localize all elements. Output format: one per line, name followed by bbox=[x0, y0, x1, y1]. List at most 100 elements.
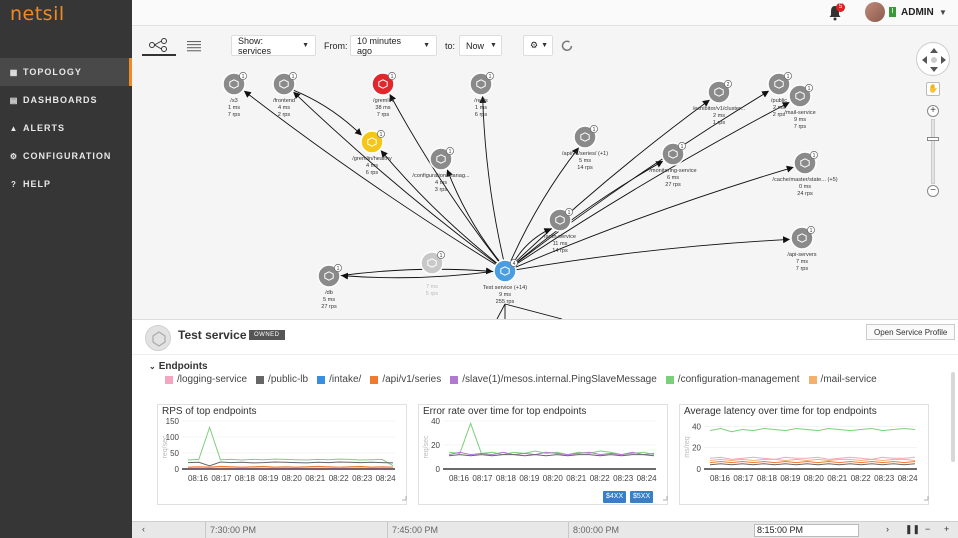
service-node-ghost[interactable]: 1 7 ms5 rps bbox=[420, 251, 445, 297]
series-line bbox=[187, 465, 394, 468]
node-rps: 3 rps bbox=[435, 187, 448, 193]
node-name: /public bbox=[771, 98, 787, 104]
node-name: /gremlin/healthy bbox=[352, 156, 392, 162]
x-tick-label: 08:18 bbox=[757, 474, 778, 483]
x-tick-label: 08:16 bbox=[710, 474, 731, 483]
node-rps: 7 rps bbox=[796, 266, 809, 272]
x-tick-label: 08:19 bbox=[258, 474, 279, 483]
resize-handle-icon[interactable] bbox=[924, 496, 929, 501]
filter-5xx-button[interactable]: $5XX bbox=[630, 491, 654, 503]
filter-4xx-button[interactable]: $4XX bbox=[603, 491, 627, 503]
service-node-cache-master[interactable]: 1/cache/master/state... (+5)0 ms24 rps bbox=[772, 151, 838, 197]
rps-chart-plot[interactable]: req/sec15010050008:16 08:17 08:18 08:19 08:2… bbox=[158, 405, 408, 506]
y-tick-label: 0 bbox=[175, 465, 180, 474]
latency-chart-plot[interactable]: ms/req4020008:16 08:17 08:18 08:19 08:20 08:2… bbox=[680, 405, 930, 506]
node-latency: 9 ms bbox=[794, 117, 806, 123]
topology-edge bbox=[293, 89, 362, 136]
service-node-db[interactable]: 1/db5 ms27 rps bbox=[317, 264, 342, 310]
help-icon: ? bbox=[11, 179, 17, 189]
service-detail-panel: Test service OWNED Open Service Profile … bbox=[132, 319, 958, 521]
user-menu-label[interactable]: ADMIN bbox=[901, 7, 934, 18]
timeline-current-time[interactable]: 8:15:00 PM bbox=[754, 524, 859, 537]
service-icon bbox=[152, 331, 166, 347]
zoom-in-button[interactable]: + bbox=[927, 105, 939, 117]
pan-control[interactable] bbox=[916, 42, 950, 76]
pause-icon[interactable]: ❚❚ bbox=[905, 524, 920, 535]
x-tick-label: 08:22 bbox=[851, 474, 872, 483]
legend-label: /mail-service bbox=[820, 374, 877, 385]
legend-item[interactable]: /intake/ bbox=[317, 374, 361, 385]
user-avatar[interactable] bbox=[865, 2, 885, 22]
latency-chart: Average latency over time for top endpoi… bbox=[679, 404, 929, 505]
legend-item[interactable]: /public-lb bbox=[256, 374, 308, 385]
service-node-gremlin[interactable]: 1/gremlin38 ms7 rps bbox=[371, 72, 396, 118]
service-node-s3[interactable]: 1/s31 ms7 rps bbox=[222, 72, 247, 118]
node-count-label: 2 bbox=[727, 82, 730, 88]
axis-ylabel: req/sec bbox=[423, 435, 430, 458]
endpoints-section-toggle[interactable]: ⌄ Endpoints bbox=[149, 361, 208, 372]
resize-handle-icon[interactable] bbox=[402, 496, 407, 501]
legend-label: /intake/ bbox=[329, 374, 362, 385]
x-tick-label: 08:22 bbox=[329, 474, 350, 483]
legend-item[interactable]: /configuration-management bbox=[665, 374, 800, 385]
legend-swatch bbox=[370, 375, 379, 384]
node-latency: 4 ms bbox=[435, 180, 447, 186]
zoom-slider-thumb[interactable] bbox=[927, 137, 939, 141]
node-count-label: 1 bbox=[787, 74, 790, 80]
timeline-next-arrow[interactable]: › bbox=[886, 524, 889, 534]
sidebar-item-help[interactable]: ? HELP bbox=[0, 170, 132, 198]
service-node-api-servers[interactable]: 1/api-servers7 ms7 rps bbox=[787, 226, 817, 272]
node-count-label: 4 bbox=[513, 261, 516, 267]
timeline-zoom-in-button[interactable]: + bbox=[944, 524, 949, 534]
node-rps: 2 rps bbox=[278, 112, 291, 118]
service-node-gremlin-healthy[interactable]: 1/gremlin/healthy4 ms6 rps bbox=[352, 130, 392, 176]
x-tick-label: 08:19 bbox=[519, 474, 540, 483]
legend-item[interactable]: /api/v1/series bbox=[370, 374, 441, 385]
x-tick-label: 08:24 bbox=[376, 474, 397, 483]
legend-swatch bbox=[665, 375, 674, 384]
legend-item[interactable]: /mail-service bbox=[808, 374, 877, 385]
topology-graph[interactable]: 1/s31 ms7 rps1/frontend4 ms2 rps1/gremli… bbox=[132, 26, 958, 319]
node-count-label: 1 bbox=[292, 74, 295, 80]
x-tick-label: 08:19 bbox=[780, 474, 801, 483]
service-node-configuration-manage[interactable]: 1/configuration-manag...4 ms3 rps bbox=[412, 147, 470, 193]
timeline-zoom-out-button[interactable]: − bbox=[925, 524, 930, 534]
zoom-slider-track[interactable] bbox=[931, 119, 935, 184]
series-line bbox=[709, 463, 916, 466]
sidebar-item-alerts[interactable]: ▲ ALERTS bbox=[0, 114, 132, 142]
service-node-redis[interactable]: 1/redis1 ms6 rps bbox=[469, 72, 494, 118]
series-line bbox=[448, 451, 655, 456]
hand-tool-icon[interactable]: ✋ bbox=[926, 82, 940, 96]
service-node-api-v1-series[interactable]: 1/api/v1/series/ (+1)5 ms14 rps bbox=[562, 125, 608, 171]
legend-item[interactable]: /logging-service bbox=[165, 374, 247, 385]
scrollbar[interactable] bbox=[951, 372, 955, 462]
chevron-down-icon[interactable]: ▼ bbox=[939, 8, 947, 17]
timeline-prev-arrow[interactable]: ‹ bbox=[142, 524, 145, 534]
error-rate-chart: Error rate over time for top endpoints r… bbox=[418, 404, 668, 505]
sidebar-item-configuration[interactable]: ⚙ CONFIGURATION bbox=[0, 142, 132, 170]
zoom-out-button[interactable]: − bbox=[927, 185, 939, 197]
node-count-label: 1 bbox=[593, 127, 596, 133]
legend-item[interactable]: /slave(1)/mesos.internal.PingSlaveMessag… bbox=[450, 374, 657, 385]
node-rps: 255 rps bbox=[496, 299, 515, 305]
x-tick-label: 08:17 bbox=[211, 474, 232, 483]
x-tick-label: 08:21 bbox=[305, 474, 326, 483]
sidebar-item-topology[interactable]: ▦ TOPOLOGY bbox=[0, 58, 132, 86]
topology-icon: ▦ bbox=[9, 67, 19, 77]
service-node-frontend[interactable]: 1/frontend4 ms2 rps bbox=[272, 72, 297, 118]
netsil-logo[interactable]: netsil bbox=[10, 3, 65, 25]
resize-handle-icon[interactable] bbox=[663, 496, 668, 501]
chevron-down-icon: ⌄ bbox=[149, 362, 156, 371]
service-node-exhibitor[interactable]: 2/exhibitor/v1/cluster...2 ms1 rps bbox=[693, 80, 746, 126]
topology-edge bbox=[504, 303, 563, 319]
service-node-test-service[interactable]: 4 Test service (+14)9 ms255 rps bbox=[483, 259, 527, 305]
open-service-profile-button[interactable]: Open Service Profile bbox=[866, 324, 956, 340]
node-name: /exhibitor/v1/cluster... bbox=[693, 106, 746, 112]
node-rps: 27 rps bbox=[665, 182, 681, 188]
timeline-tick bbox=[568, 522, 569, 538]
node-rps: 7 rps bbox=[794, 124, 807, 130]
service-node-mail-service[interactable]: 1/mail-service9 ms7 rps bbox=[784, 84, 816, 130]
node-latency: 6 ms bbox=[667, 175, 679, 181]
divider bbox=[132, 354, 958, 355]
sidebar-item-dashboards[interactable]: ▤ DASHBOARDS bbox=[0, 86, 132, 114]
